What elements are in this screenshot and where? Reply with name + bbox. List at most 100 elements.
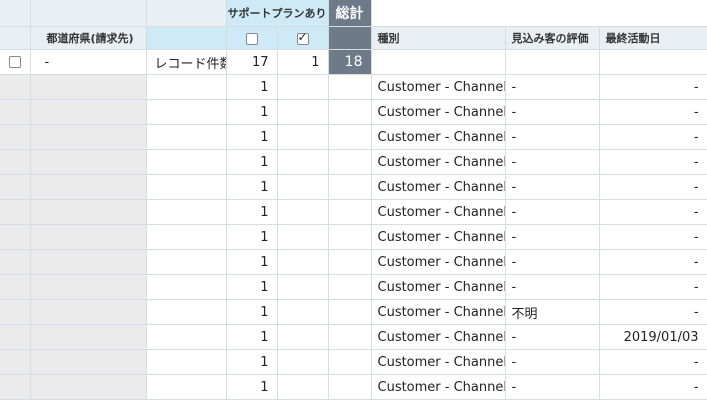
row-count[interactable]: 1	[226, 249, 278, 275]
row-last-activity: -	[599, 149, 707, 175]
state-column-header[interactable]: 都道府県(請求先)	[30, 26, 147, 50]
row-blank-cell	[277, 324, 329, 350]
row-blank-cell	[277, 124, 329, 150]
row-prospect: -	[505, 249, 600, 275]
row-blank-cell	[277, 349, 329, 375]
row-last-activity: -	[599, 224, 707, 250]
checked-count[interactable]: 1	[277, 49, 329, 75]
row-group-cell	[0, 99, 31, 125]
table-row: 1 Customer - Channel - -	[0, 74, 707, 100]
row-count[interactable]: 1	[226, 174, 278, 200]
row-count[interactable]: 1	[226, 274, 278, 300]
row-group-cell	[0, 299, 31, 325]
row-total-cell	[328, 199, 372, 225]
unchecked-column-header[interactable]	[226, 26, 278, 50]
last-activity-column-header[interactable]: 最終活動日	[599, 26, 707, 50]
row-type: Customer - Channel	[371, 324, 506, 350]
row-blank-cell	[277, 74, 329, 100]
header-row-2: 都道府県(請求先) 種別 見込み客の評価 最終活動日	[0, 26, 707, 50]
checked-column-header[interactable]	[277, 26, 329, 50]
grand-total[interactable]: 18	[328, 49, 372, 75]
row-blank-cell	[146, 224, 227, 250]
row-blank-cell	[146, 149, 227, 175]
row-last-activity: -	[599, 299, 707, 325]
checked-checkbox-icon	[296, 30, 309, 45]
row-type: Customer - Channel	[371, 274, 506, 300]
row-type: Customer - Channel	[371, 224, 506, 250]
row-group-cell	[30, 274, 147, 300]
table-row: 1 Customer - Channel - -	[0, 99, 707, 125]
row-type: Customer - Channel	[371, 249, 506, 275]
row-total-cell	[328, 99, 372, 125]
row-prospect: -	[505, 224, 600, 250]
row-group-cell	[0, 324, 31, 350]
prospect-column-header[interactable]: 見込み客の評価	[505, 26, 600, 50]
row-type: Customer - Channel	[371, 199, 506, 225]
row-group-cell	[0, 249, 31, 275]
row-last-activity: 2019/01/03	[599, 324, 707, 350]
row-last-activity: -	[599, 249, 707, 275]
row-total-cell	[328, 299, 372, 325]
row-blank-cell	[277, 299, 329, 325]
row-count[interactable]: 1	[226, 324, 278, 350]
row-group-cell	[30, 324, 147, 350]
table-row: 1 Customer - Channel - -	[0, 349, 707, 375]
row-count[interactable]: 1	[226, 224, 278, 250]
row-prospect: -	[505, 374, 600, 400]
row-group-cell	[30, 99, 147, 125]
row-last-activity: -	[599, 199, 707, 225]
row-type: Customer - Channel	[371, 74, 506, 100]
row-count[interactable]: 1	[226, 74, 278, 100]
row-select-checkbox[interactable]	[8, 56, 21, 68]
type-column-header[interactable]: 種別	[371, 26, 506, 50]
matrix-report: サポートプランあり 総計 都道府県(請求先) 種別 見込み客の評価 最終活動日 …	[0, 0, 707, 400]
row-blank-cell	[277, 249, 329, 275]
row-blank-cell	[277, 199, 329, 225]
row-group-cell	[30, 249, 147, 275]
row-blank-cell	[277, 99, 329, 125]
row-count[interactable]: 1	[226, 149, 278, 175]
row-count[interactable]: 1	[226, 299, 278, 325]
row-blank-cell	[146, 274, 227, 300]
row-prospect: -	[505, 349, 600, 375]
row-count[interactable]: 1	[226, 374, 278, 400]
row-prospect: -	[505, 149, 600, 175]
row-group-cell	[30, 124, 147, 150]
row-blank-cell	[146, 199, 227, 225]
row-count[interactable]: 1	[226, 99, 278, 125]
row-prospect: -	[505, 324, 600, 350]
report-table: サポートプランあり 総計 都道府県(請求先) 種別 見込み客の評価 最終活動日 …	[0, 0, 707, 400]
row-group-cell	[0, 274, 31, 300]
row-blank-cell	[277, 224, 329, 250]
table-row: 1 Customer - Channel - -	[0, 149, 707, 175]
row-total-cell	[328, 124, 372, 150]
row-group-cell	[0, 174, 31, 200]
row-prospect: -	[505, 274, 600, 300]
row-group-cell	[0, 74, 31, 100]
row-blank-cell	[146, 124, 227, 150]
row-group-cell	[30, 174, 147, 200]
row-blank-cell	[146, 324, 227, 350]
row-total-cell	[328, 174, 372, 200]
row-blank-cell	[146, 299, 227, 325]
row-count[interactable]: 1	[226, 124, 278, 150]
row-last-activity: -	[599, 99, 707, 125]
row-total-cell	[328, 274, 372, 300]
row-prospect: -	[505, 124, 600, 150]
row-count[interactable]: 1	[226, 199, 278, 225]
table-row: 1 Customer - Channel - -	[0, 374, 707, 400]
row-blank-cell	[146, 74, 227, 100]
row-group-cell	[0, 149, 31, 175]
table-row: 1 Customer - Channel -2019/01/03	[0, 324, 707, 350]
row-prospect: 不明	[505, 299, 600, 325]
row-total-cell	[328, 224, 372, 250]
row-blank-cell	[146, 249, 227, 275]
row-total-cell	[328, 374, 372, 400]
unchecked-count[interactable]: 17	[226, 49, 278, 75]
data-rows: 1 Customer - Channel - -1 Customer - Channel…	[0, 74, 707, 400]
row-type: Customer - Channel	[371, 149, 506, 175]
row-blank-cell	[146, 374, 227, 400]
row-count[interactable]: 1	[226, 349, 278, 375]
support-plan-header: サポートプランあり	[226, 0, 329, 27]
row-last-activity: -	[599, 349, 707, 375]
